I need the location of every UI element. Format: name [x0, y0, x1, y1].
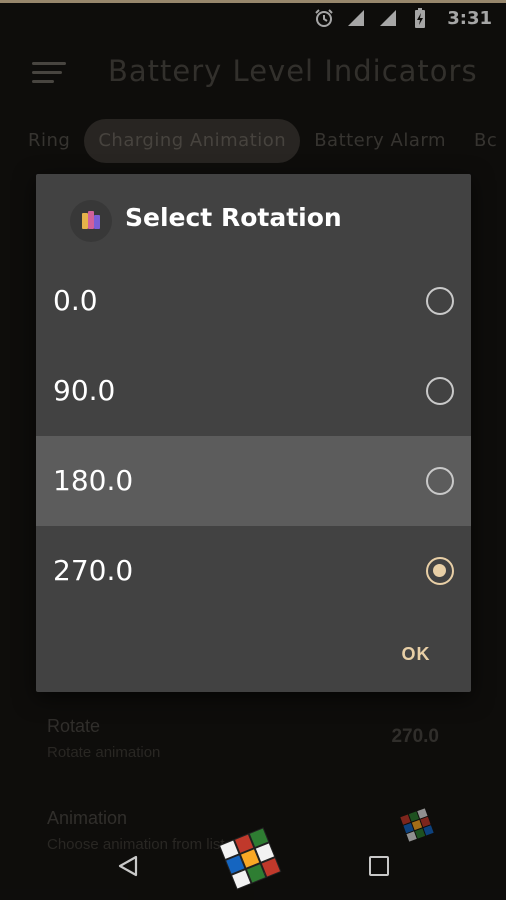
back-icon[interactable] — [116, 854, 140, 878]
dialog-header: Select Rotation — [36, 174, 471, 264]
radio-button[interactable] — [426, 287, 454, 315]
rotation-option-0[interactable]: 0.0 — [36, 256, 471, 346]
ok-button[interactable]: OK — [386, 636, 446, 672]
radio-button-selected[interactable] — [426, 557, 454, 585]
option-label: 90.0 — [53, 374, 116, 407]
option-label: 0.0 — [53, 284, 98, 317]
option-label: 180.0 — [53, 464, 134, 497]
rubiks-cube-icon — [218, 827, 282, 890]
radio-button[interactable] — [426, 377, 454, 405]
app-battery-icon — [70, 200, 112, 242]
rotation-option-180[interactable]: 180.0 — [36, 436, 471, 526]
rotation-option-270[interactable]: 270.0 — [36, 526, 471, 616]
select-rotation-dialog: Select Rotation 0.0 90.0 180.0 270.0 OK — [36, 174, 471, 692]
option-label: 270.0 — [53, 554, 134, 587]
radio-button[interactable] — [426, 467, 454, 495]
dialog-title: Select Rotation — [125, 203, 342, 232]
rotation-option-90[interactable]: 90.0 — [36, 346, 471, 436]
recents-icon[interactable] — [369, 856, 389, 876]
